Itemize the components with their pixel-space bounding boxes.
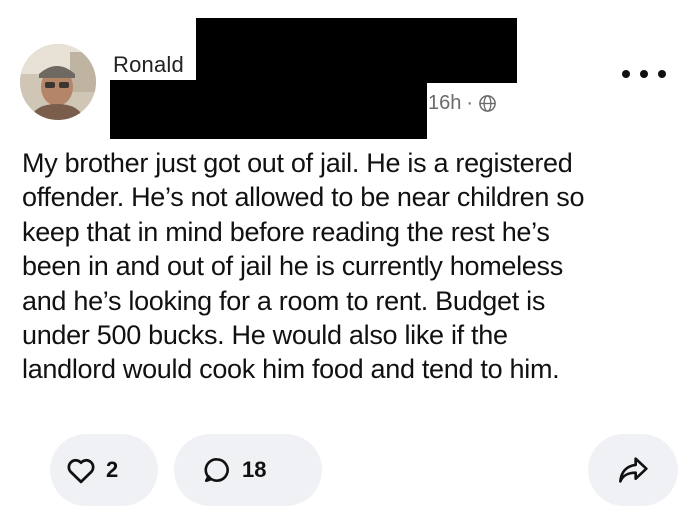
comment-count: 18 xyxy=(242,457,267,482)
comment-icon xyxy=(202,455,232,485)
share-arrow-icon xyxy=(617,455,649,485)
post-text-line: landlord would cook him food and tend to… xyxy=(22,354,560,385)
post-text-line: been in and out of jail he is currently … xyxy=(22,251,563,282)
heart-icon xyxy=(66,456,96,484)
avatar-image xyxy=(20,44,96,120)
meta-separator: · xyxy=(466,92,474,114)
avatar[interactable] xyxy=(20,44,96,120)
post-text: My brother just got out of jail. He is a… xyxy=(22,146,686,387)
post-text-line: keep that in mind before reading the res… xyxy=(22,216,550,247)
more-dot xyxy=(640,70,648,78)
more-horizontal-icon xyxy=(622,70,630,78)
globe-icon xyxy=(478,94,497,113)
post-card: Ronald 16h · My brother just got out of … xyxy=(0,0,700,527)
more-options-button[interactable] xyxy=(622,62,666,86)
share-button[interactable] xyxy=(588,434,678,506)
post-text-line: My brother just got out of jail. He is a… xyxy=(22,148,573,178)
like-count: 2 xyxy=(106,457,119,482)
more-dot xyxy=(658,70,666,78)
redaction-block xyxy=(110,80,427,139)
redaction-block xyxy=(196,18,517,83)
like-button[interactable]: 2 xyxy=(50,434,158,506)
post-text-line: offender. He’s not allowed to be near ch… xyxy=(22,182,585,213)
timestamp: 16h xyxy=(428,92,462,114)
author-name[interactable]: Ronald xyxy=(113,52,184,78)
post-text-line: and he’s looking for a room to rent. Bud… xyxy=(22,285,546,316)
comment-button[interactable]: 18 xyxy=(174,434,322,506)
post-meta: 16h · xyxy=(428,92,497,115)
post-text-line: under 500 bucks. He would also like if t… xyxy=(22,320,508,351)
